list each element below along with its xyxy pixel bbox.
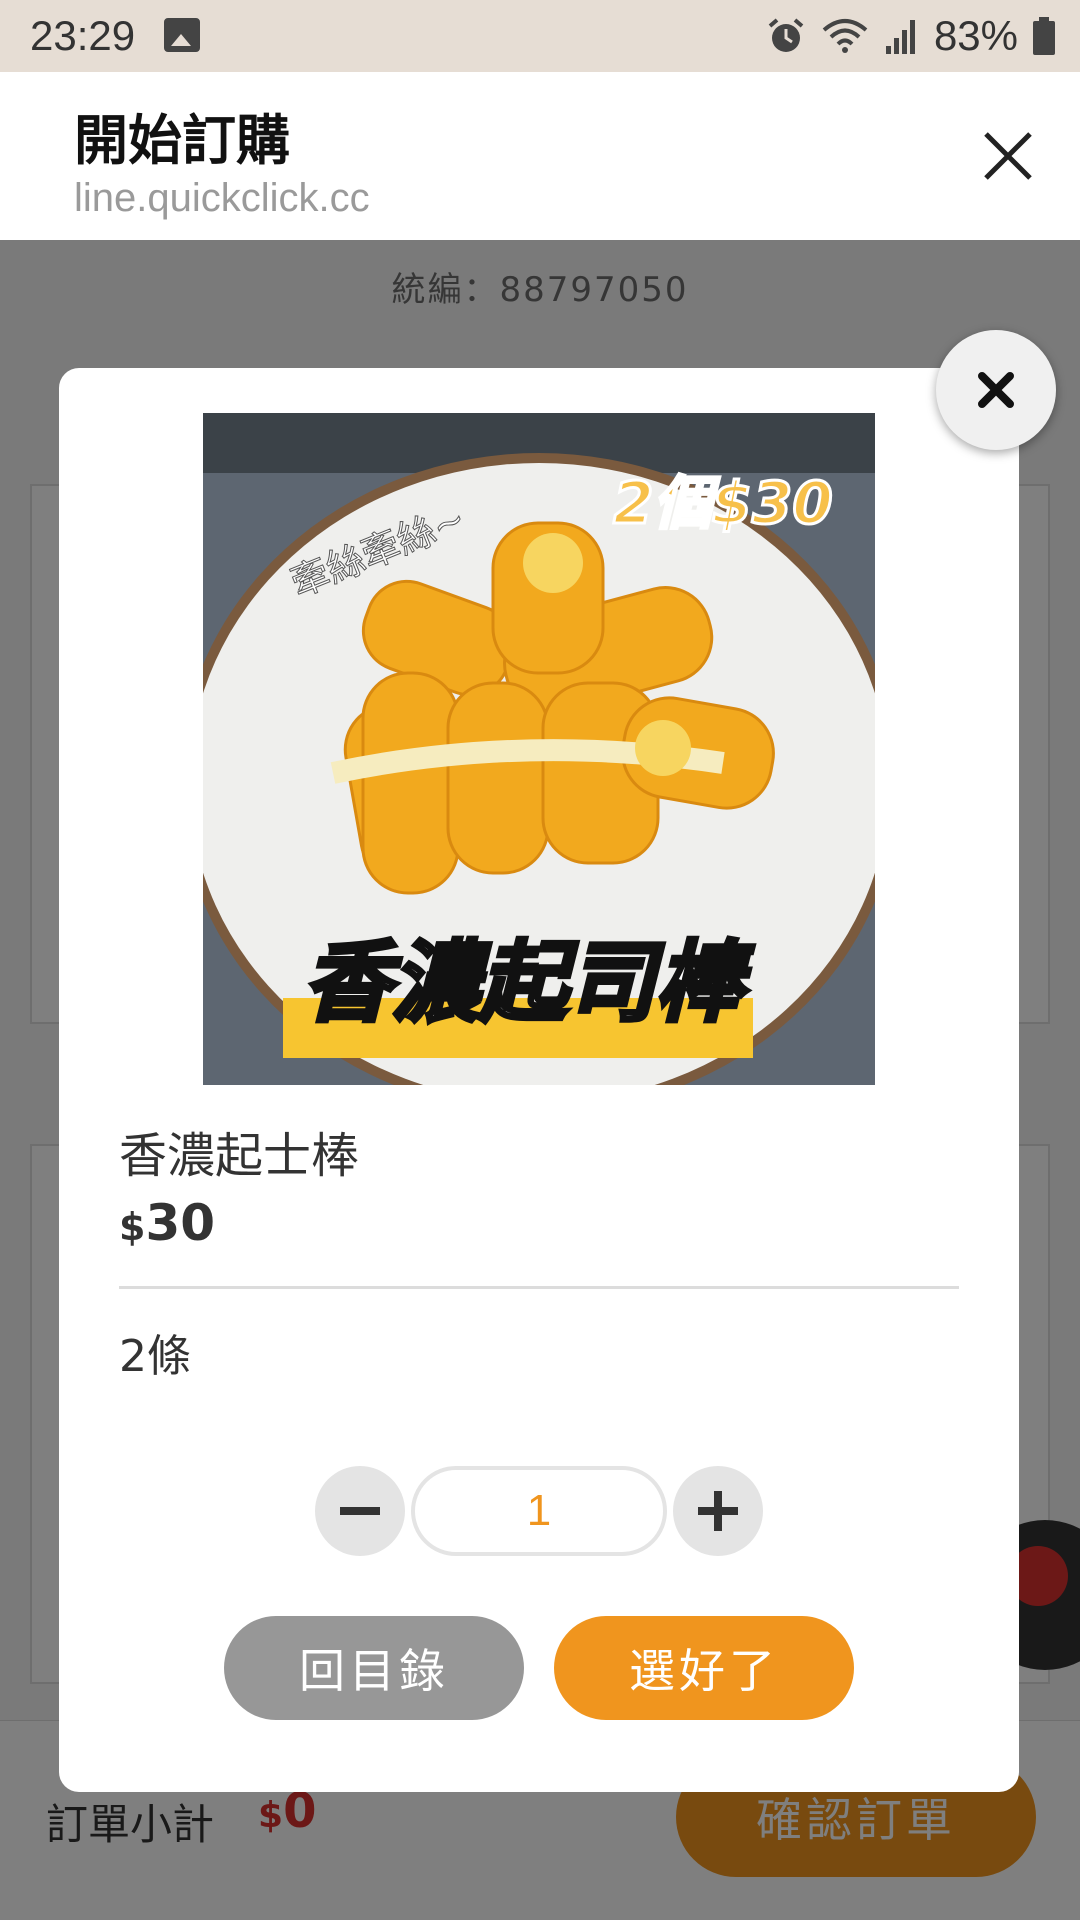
product-image: 2個$30 牽絲牽絲~ 香濃起司棒 [203, 413, 875, 1085]
product-name: 香濃起士棒 [119, 1128, 360, 1184]
status-time: 23:29 [30, 12, 136, 59]
product-price: $30 [119, 1194, 215, 1252]
status-bar: 23:29 83% [0, 0, 1080, 72]
signal-icon [885, 20, 915, 54]
close-icon [978, 372, 1014, 408]
product-modal: 2個$30 牽絲牽絲~ 香濃起司棒 香濃起士棒 $30 2條 1 回目錄 選好了 [59, 368, 1019, 1792]
alarm-icon [768, 18, 804, 52]
quantity-input[interactable]: 1 [411, 1466, 667, 1556]
divider [119, 1286, 959, 1289]
currency-symbol: $ [119, 1205, 146, 1249]
increase-quantity-button[interactable] [673, 1466, 763, 1556]
close-icon[interactable] [980, 128, 1036, 184]
product-description: 2條 [119, 1331, 191, 1382]
back-to-menu-button[interactable]: 回目錄 [224, 1616, 524, 1720]
image-icon [164, 18, 200, 52]
wifi-icon [822, 19, 868, 53]
battery-percent: 83% [933, 12, 1018, 59]
done-button[interactable]: 選好了 [554, 1616, 854, 1720]
page-title: 開始訂購 [74, 109, 290, 172]
plus-icon [698, 1491, 738, 1531]
caption-text: 香濃起司棒 [303, 931, 755, 1034]
page-url: line.quickclick.cc [74, 176, 370, 220]
price-amount: 30 [145, 1194, 216, 1252]
battery-icon [1033, 17, 1055, 55]
minus-icon [340, 1507, 380, 1515]
status-indicators: 83% [766, 12, 1056, 60]
modal-close-button[interactable] [936, 330, 1056, 450]
promo-text: 2個$30 [613, 469, 832, 537]
decrease-quantity-button[interactable] [315, 1466, 405, 1556]
browser-header: 開始訂購 line.quickclick.cc [0, 72, 1080, 240]
